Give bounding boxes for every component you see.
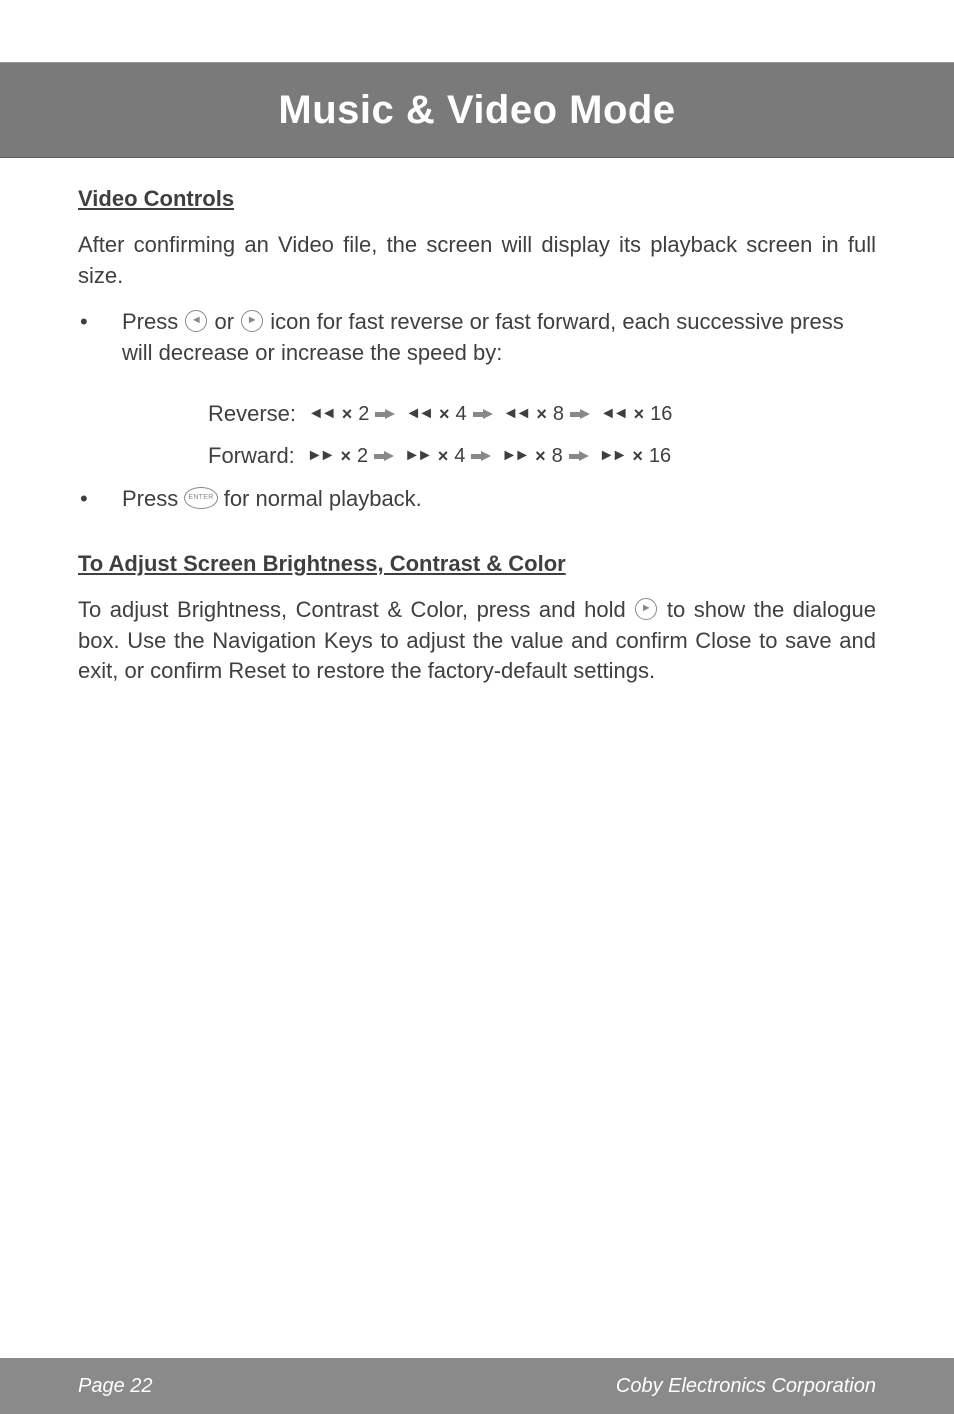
times-symbol: × [342, 397, 353, 431]
text-fragment: for normal playback. [218, 486, 422, 511]
bullet-list: • Press ◄ or ► icon for fast reverse or … [78, 306, 876, 370]
list-item: • Press ◄ or ► icon for fast reverse or … [78, 306, 876, 370]
right-nav-icon: ► [241, 310, 263, 332]
rewind-icon: ◄◄ [503, 399, 529, 429]
text-fragment: Press [122, 486, 184, 511]
arrow-right-icon [580, 409, 590, 419]
arrow-right-icon [483, 409, 493, 419]
fastforward-icon: ►► [307, 441, 333, 471]
times-symbol: × [535, 439, 546, 473]
times-symbol: × [536, 397, 547, 431]
page-number: Page 22 [78, 1375, 153, 1398]
company-name: Coby Electronics Corporation [616, 1375, 876, 1398]
icon-glyph: ENTER [188, 493, 213, 503]
arrow-right-icon [385, 409, 395, 419]
bullet-marker: • [78, 306, 122, 370]
speed-value: 2 [357, 437, 368, 475]
section-heading-brightness: To Adjust Screen Brightness, Contrast & … [78, 551, 876, 577]
bullet-list: • Press ENTER for normal playback. [78, 483, 876, 515]
forward-label: Forward: [208, 435, 295, 477]
speed-sequence-block: Reverse: ◄◄×2 ◄◄×4 ◄◄×8 ◄◄×16 Forward: ►… [208, 393, 876, 477]
text-fragment: To adjust Brightness, Contrast & Color, … [78, 597, 634, 622]
text-fragment: or [208, 309, 240, 334]
fastforward-icon: ►► [599, 441, 625, 471]
speed-value: 16 [649, 437, 671, 475]
speed-value: 2 [358, 395, 369, 433]
times-symbol: × [632, 439, 643, 473]
enter-icon: ENTER [184, 487, 217, 509]
text-fragment: Press [122, 309, 184, 334]
fastforward-icon: ►► [404, 441, 430, 471]
brightness-text: To adjust Brightness, Contrast & Color, … [78, 595, 876, 687]
video-intro-text: After confirming an Video file, the scre… [78, 230, 876, 292]
times-symbol: × [340, 439, 351, 473]
times-symbol: × [634, 397, 645, 431]
speed-value: 8 [553, 395, 564, 433]
page-title: Music & Video Mode [278, 88, 675, 133]
icon-glyph: ► [641, 601, 652, 616]
arrow-right-icon [481, 451, 491, 461]
times-symbol: × [438, 439, 449, 473]
forward-speed-row: Forward: ►►×2 ►►×4 ►►×8 ►►×16 [208, 435, 876, 477]
speed-value: 4 [454, 437, 465, 475]
rewind-icon: ◄◄ [600, 399, 626, 429]
rewind-icon: ◄◄ [405, 399, 431, 429]
times-symbol: × [439, 397, 450, 431]
bullet-text: Press ◄ or ► icon for fast reverse or fa… [122, 306, 876, 370]
reverse-speed-row: Reverse: ◄◄×2 ◄◄×4 ◄◄×8 ◄◄×16 [208, 393, 876, 435]
right-nav-icon: ► [635, 598, 657, 620]
speed-value: 4 [456, 395, 467, 433]
list-item: • Press ENTER for normal playback. [78, 483, 876, 515]
icon-glyph: ◄ [191, 313, 202, 329]
header-band: Music & Video Mode [0, 62, 954, 158]
speed-value: 16 [650, 395, 672, 433]
page-footer: Page 22 Coby Electronics Corporation [0, 1358, 954, 1414]
reverse-label: Reverse: [208, 393, 296, 435]
rewind-icon: ◄◄ [308, 399, 334, 429]
speed-value: 8 [552, 437, 563, 475]
arrow-right-icon [579, 451, 589, 461]
icon-glyph: ► [247, 313, 258, 329]
bullet-text: Press ENTER for normal playback. [122, 483, 876, 515]
content-area: Video Controls After confirming an Video… [0, 158, 954, 687]
left-nav-icon: ◄ [185, 310, 207, 332]
section-brightness: To Adjust Screen Brightness, Contrast & … [78, 551, 876, 687]
bullet-marker: • [78, 483, 122, 515]
arrow-right-icon [384, 451, 394, 461]
fastforward-icon: ►► [501, 441, 527, 471]
section-heading-video-controls: Video Controls [78, 186, 876, 212]
